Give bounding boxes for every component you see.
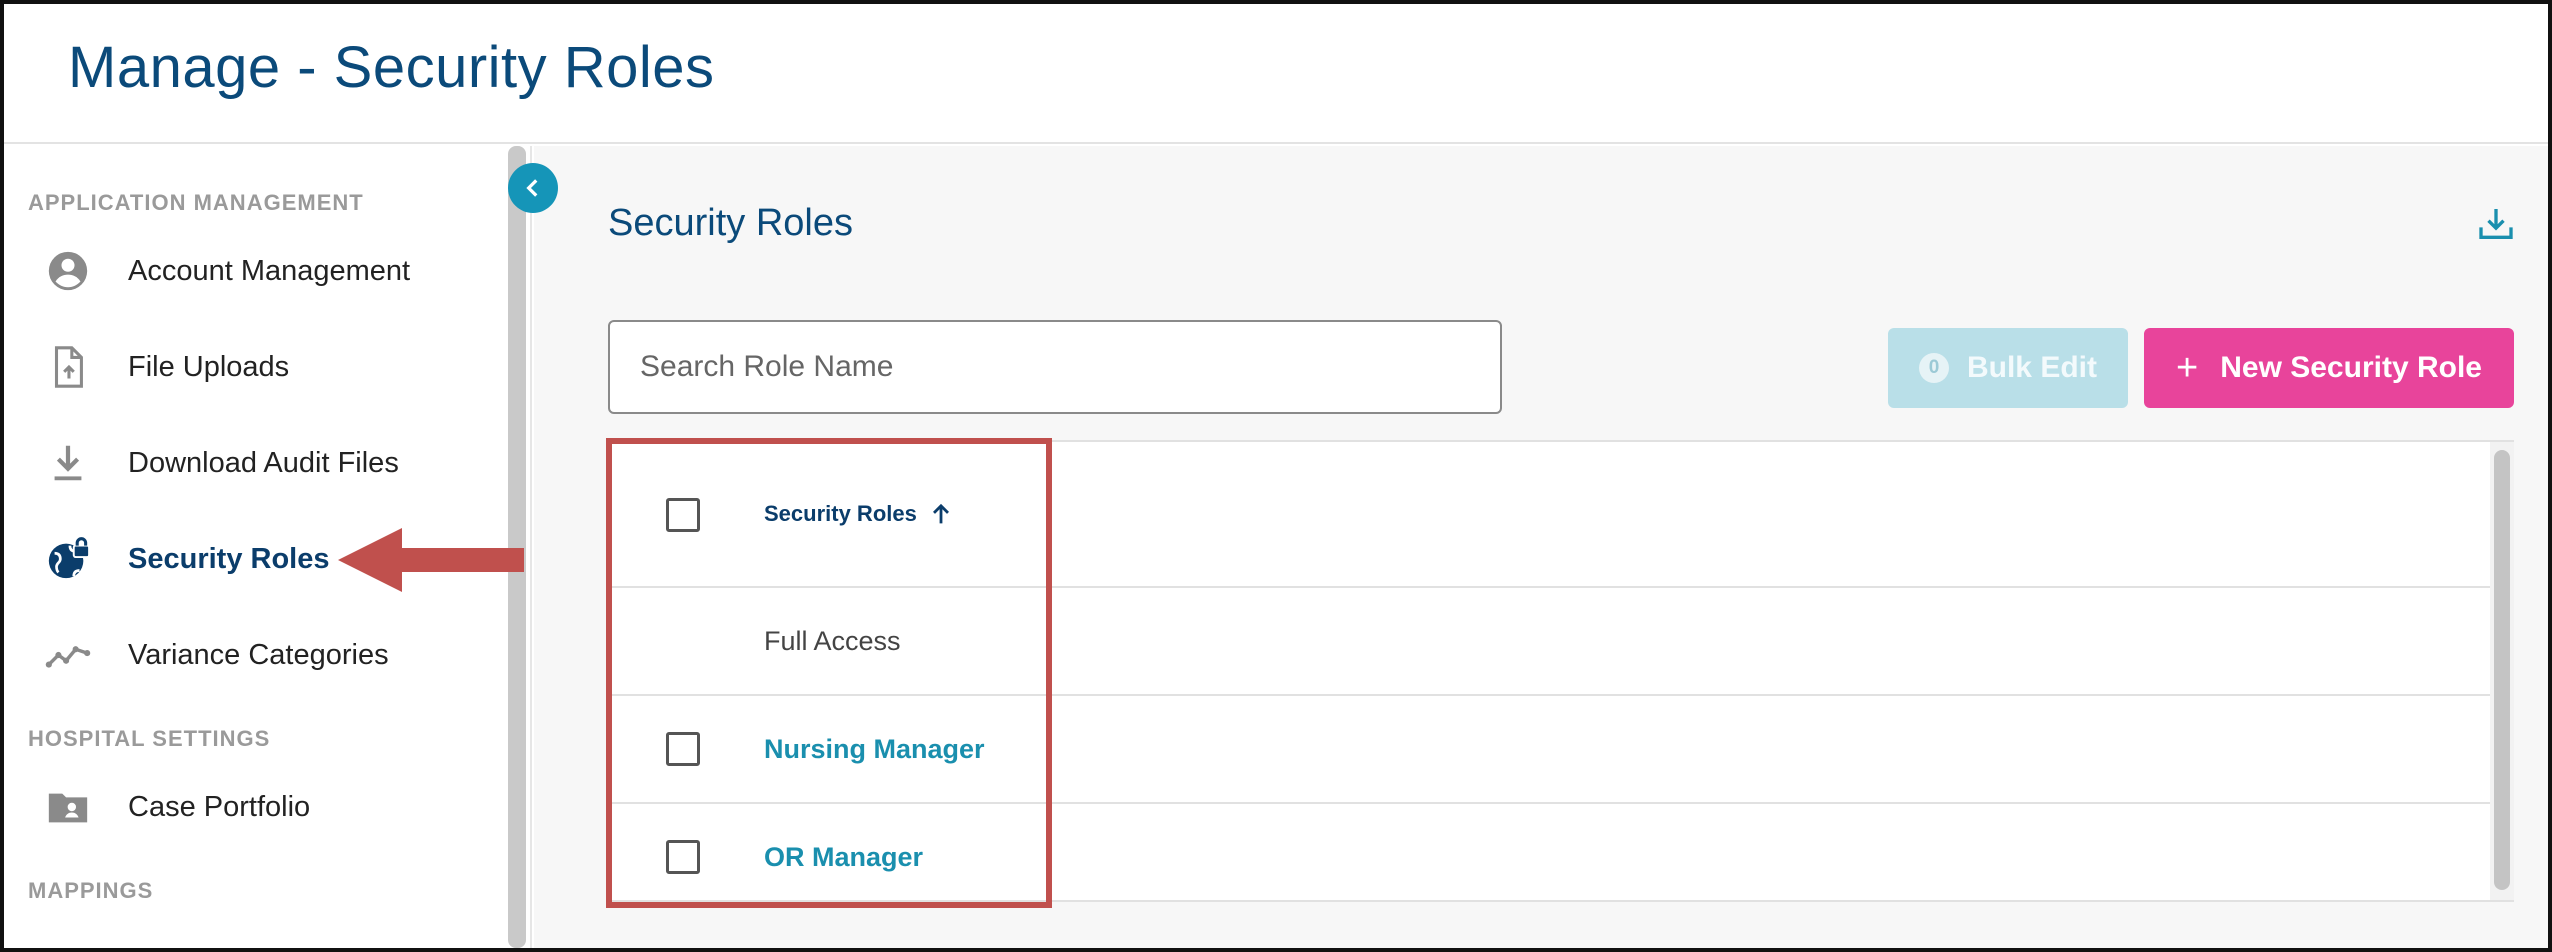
annotation-highlight-box (606, 438, 1052, 908)
section-title: Security Roles (608, 202, 853, 244)
sidebar-item-label: Case Portfolio (128, 790, 311, 823)
bulk-edit-label: Bulk Edit (1966, 351, 2097, 384)
annotation-arrow (338, 528, 524, 592)
page-header: Manage - Security Roles (4, 4, 2548, 144)
account-circle-icon (40, 243, 96, 299)
sidebar-item-label: Download Audit Files (128, 446, 399, 479)
sidebar-item-account-management[interactable]: Account Management (40, 236, 480, 306)
sidebar-divider (530, 146, 532, 948)
plus-icon: + (2176, 347, 2199, 389)
collapse-sidebar-button[interactable] (508, 163, 558, 213)
search-input[interactable] (608, 320, 1502, 414)
selected-count-badge: 0 (1918, 353, 1949, 383)
sidebar-item-case-portfolio[interactable]: Case Portfolio (40, 772, 480, 842)
section-heading-application-management: APPLICATION MANAGEMENT (28, 190, 364, 215)
globe-lock-icon (40, 531, 96, 587)
page-title: Manage - Security Roles (68, 35, 715, 100)
sidebar-item-download-audit-files[interactable]: Download Audit Files (40, 428, 480, 498)
download-icon (40, 435, 96, 491)
section-heading-hospital-settings: HOSPITAL SETTINGS (28, 726, 271, 751)
sidebar-item-label: Security Roles (128, 542, 330, 575)
new-security-role-button[interactable]: + New Security Role (2144, 328, 2514, 408)
trend-line-icon (40, 627, 96, 683)
folder-account-icon (40, 779, 96, 835)
sidebar-item-label: Account Management (128, 254, 411, 287)
new-security-role-label: New Security Role (2220, 351, 2482, 384)
file-upload-icon (40, 339, 96, 395)
export-download-icon[interactable] (2476, 204, 2516, 244)
section-heading-mappings: MAPPINGS (28, 878, 154, 903)
sidebar-item-label: Variance Categories (128, 638, 389, 671)
bulk-edit-button[interactable]: 0 Bulk Edit (1888, 328, 2128, 408)
chevron-left-icon (526, 179, 538, 197)
table-scrollbar[interactable] (2494, 450, 2510, 890)
sidebar-item-variance-categories[interactable]: Variance Categories (40, 620, 480, 690)
sidebar-item-label: File Uploads (128, 350, 290, 383)
sidebar-item-file-uploads[interactable]: File Uploads (40, 332, 480, 402)
